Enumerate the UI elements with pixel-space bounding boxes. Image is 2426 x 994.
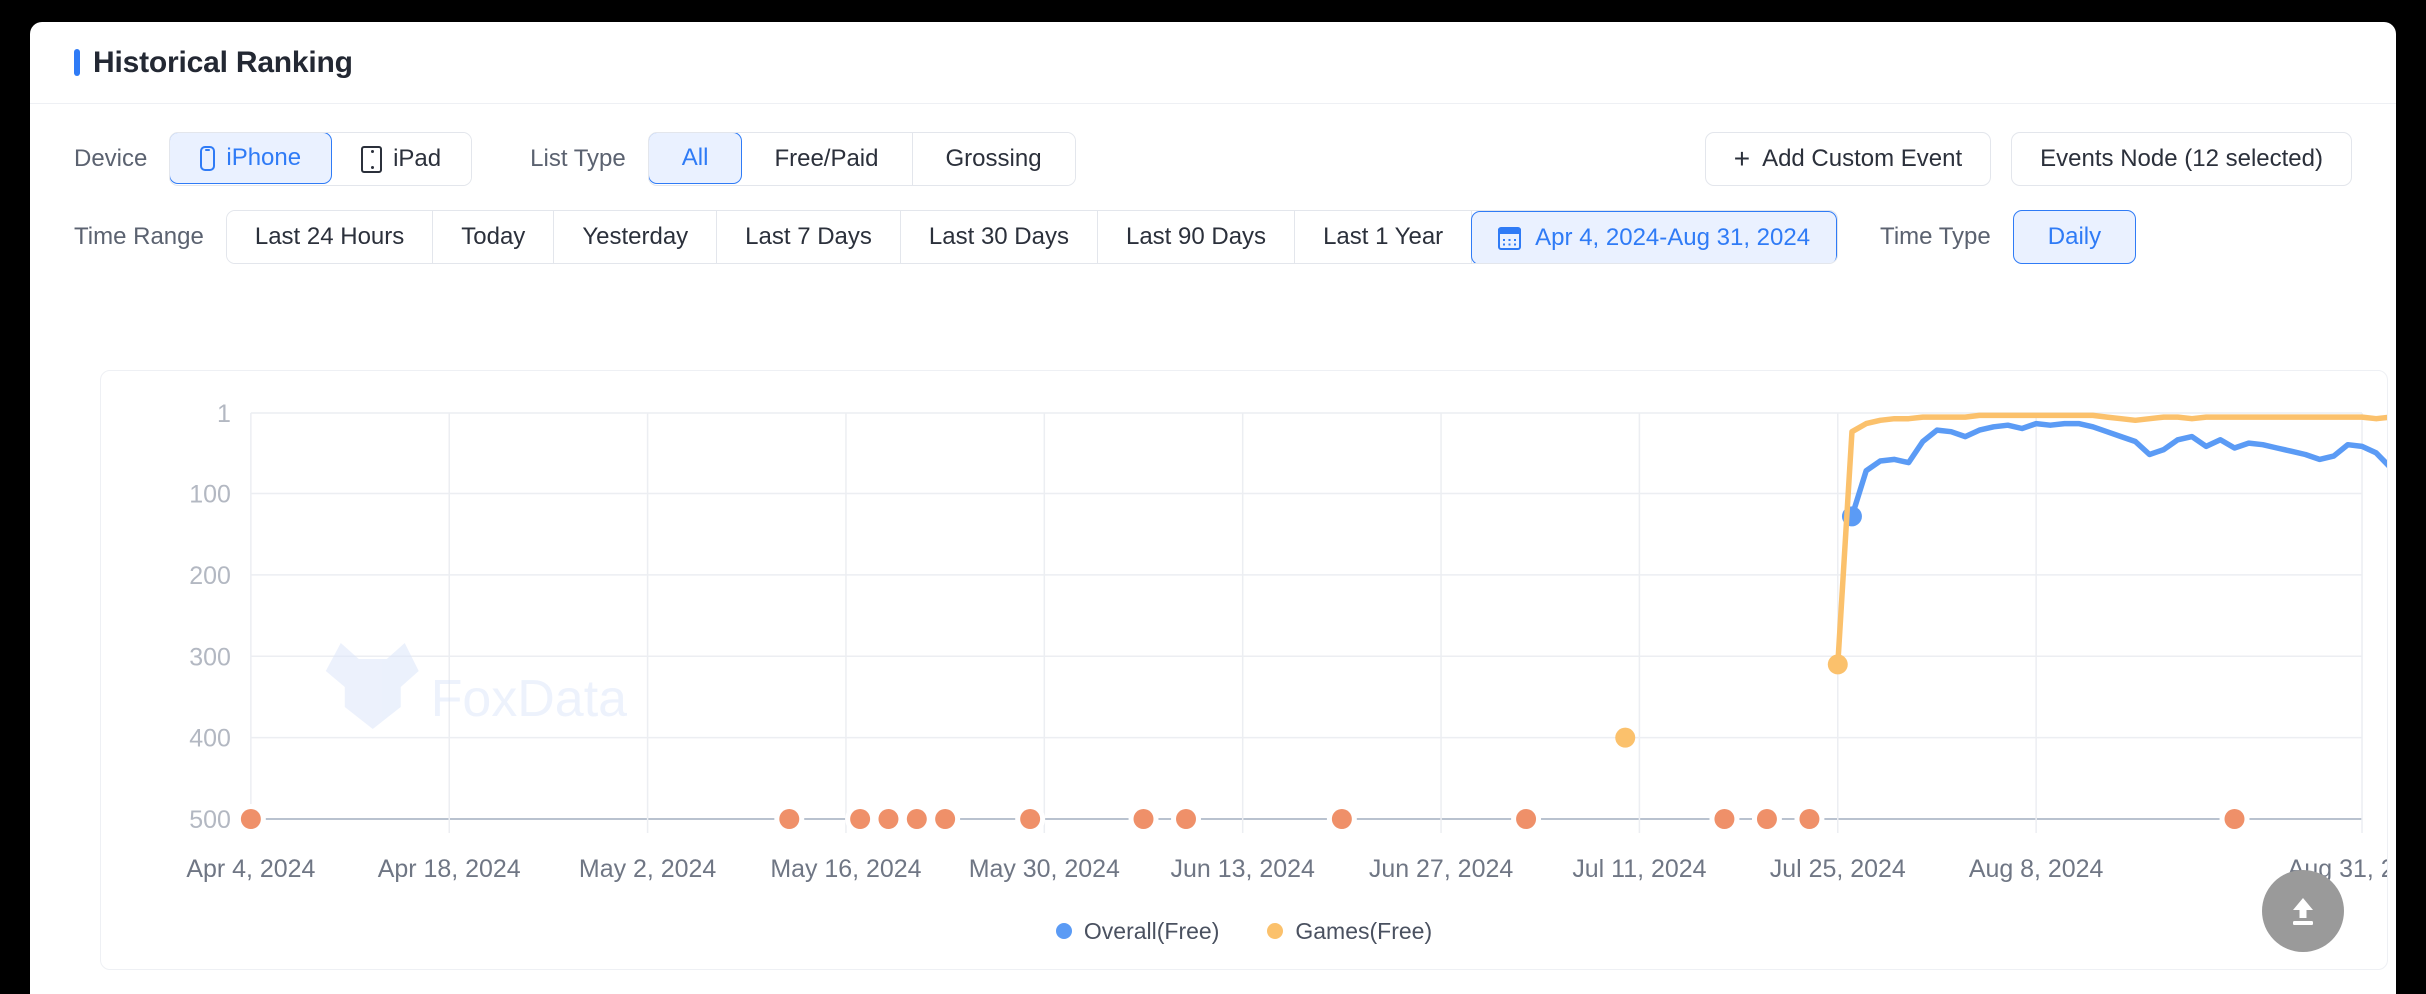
device-option-ipad[interactable]: iPad [331,133,472,185]
x-axis-tick-label: Aug 8, 2024 [1969,855,2104,883]
device-option-iphone-label: iPhone [226,144,302,171]
x-axis-tick-label: Jul 25, 2024 [1770,855,1906,883]
title-row: Historical Ranking [74,46,353,80]
event-marker-dot[interactable] [1133,809,1154,829]
ranking-chart-panel: 1 100 200 300 400 500 Apr 4, 2024 Apr 18, 2024 M… [100,370,2388,970]
time-type-label: Time Type [1880,223,1991,250]
add-custom-event-label: Add Custom Event [1762,145,1963,172]
list-type-segmented-control: All Free/Paid Grossing [647,132,1076,186]
x-axis-tick-label: Apr 4, 2024 [186,855,315,883]
event-marker-dot[interactable] [906,809,927,829]
y-axis-tick-label: 200 [189,562,231,590]
time-range-option-last-1-year[interactable]: Last 1 Year [1295,211,1473,263]
x-axis-tick-label: May 16, 2024 [770,855,921,883]
event-marker-dot[interactable] [779,809,800,829]
list-type-label: List Type [530,145,626,172]
legend-item-overall-free[interactable]: Overall(Free) [1055,917,1220,945]
x-axis-tick-label: Jun 13, 2024 [1171,855,1315,883]
plus-icon: + [1733,143,1751,174]
watermark-text: FoxData [431,670,627,728]
time-type-option-daily[interactable]: Daily [2012,210,2137,264]
y-axis-tick-label: 1 [217,400,231,428]
ranking-chart[interactable]: 1 100 200 300 400 500 Apr 4, 2024 Apr 18, 2024 M… [101,371,2387,911]
page-title: Historical Ranking [93,45,353,79]
time-range-option-last-7-days[interactable]: Last 7 Days [717,211,901,263]
time-range-option-yesterday[interactable]: Yesterday [554,211,718,263]
y-axis-tick-label: 300 [189,643,231,671]
filter-row-time: Time Range Last 24 Hours Today Yesterday… [74,210,2352,264]
legend-label-games-free: Games(Free) [1295,917,1433,944]
time-range-segmented-control: Last 24 Hours Today Yesterday Last 7 Day… [225,210,1839,264]
chart-data-point[interactable] [1615,727,1636,748]
x-axis-tick-label: Jun 27, 2024 [1369,855,1513,883]
event-marker-dot[interactable] [850,809,871,829]
event-marker-dot[interactable] [1714,809,1735,829]
time-range-option-last-90-days[interactable]: Last 90 Days [1097,211,1296,263]
legend-label-overall-free: Overall(Free) [1083,917,1220,944]
scroll-to-top-button[interactable] [2262,870,2344,952]
chart-legend: Overall(Free) Games(Free) [101,905,2387,957]
y-axis-tick-label: 100 [189,481,231,509]
historical-ranking-card: Historical Ranking Device iPhone iPad Li [30,22,2396,994]
event-marker-dot[interactable] [935,809,956,829]
time-range-option-last-24-hours[interactable]: Last 24 Hours [226,211,434,263]
time-range-custom-label: Apr 4, 2024-Aug 31, 2024 [1535,224,1811,251]
x-axis-tick-label: May 30, 2024 [969,855,1120,883]
event-marker-dot[interactable] [2224,809,2245,829]
calendar-icon [1498,226,1522,250]
legend-item-games-free[interactable]: Games(Free) [1267,918,1432,945]
event-marker-dot[interactable] [1756,809,1777,829]
event-marker-dot[interactable] [1331,809,1352,829]
time-range-option-today[interactable]: Today [433,211,555,263]
time-range-custom-date-picker[interactable]: Apr 4, 2024-Aug 31, 2024 [1471,211,1838,263]
iphone-icon [200,145,216,171]
event-marker-dot[interactable] [1799,809,1820,829]
list-type-option-all[interactable]: All [648,133,743,184]
x-axis-tick-label: Apr 18, 2024 [378,855,521,883]
filter-area: Device iPhone iPad List Type All Free/Pa… [30,104,2396,264]
event-marker-dot[interactable] [1176,809,1197,829]
device-option-ipad-label: iPad [393,145,442,172]
device-label: Device [74,145,148,172]
ipad-icon [361,145,383,173]
chart-series-line-0[interactable] [1849,420,2387,520]
filter-row-primary: Device iPhone iPad List Type All Free/Pa… [74,132,2352,186]
event-marker-dot[interactable] [240,809,261,829]
legend-dot-games-free [1267,923,1284,939]
title-accent-bar [74,49,80,76]
chart-series-start-dot-1[interactable] [1827,654,1848,675]
time-range-option-last-30-days[interactable]: Last 30 Days [900,211,1098,263]
card-header: Historical Ranking [30,22,2396,104]
y-axis-tick-label: 400 [189,725,231,753]
device-option-iphone[interactable]: iPhone [170,133,333,184]
x-axis-tick-label: Jul 11, 2024 [1572,855,1706,883]
event-marker-dot[interactable] [1020,809,1041,829]
add-custom-event-button[interactable]: + Add Custom Event [1704,132,1992,186]
event-marker-dot[interactable] [878,809,899,829]
scroll-to-top-icon [2293,898,2313,925]
list-type-option-free-paid[interactable]: Free/Paid [741,133,913,185]
event-marker-dot[interactable] [1516,809,1537,829]
x-axis-tick-label: May 2, 2024 [579,855,716,883]
screen: Historical Ranking Device iPhone iPad Li [0,0,2426,994]
legend-dot-overall-free [1055,923,1072,939]
events-node-button[interactable]: Events Node (12 selected) [2011,132,2352,186]
time-range-label: Time Range [74,223,204,250]
y-axis-tick-label: 500 [189,806,231,834]
device-segmented-control: iPhone iPad [169,132,473,186]
list-type-option-grossing[interactable]: Grossing [912,133,1075,185]
